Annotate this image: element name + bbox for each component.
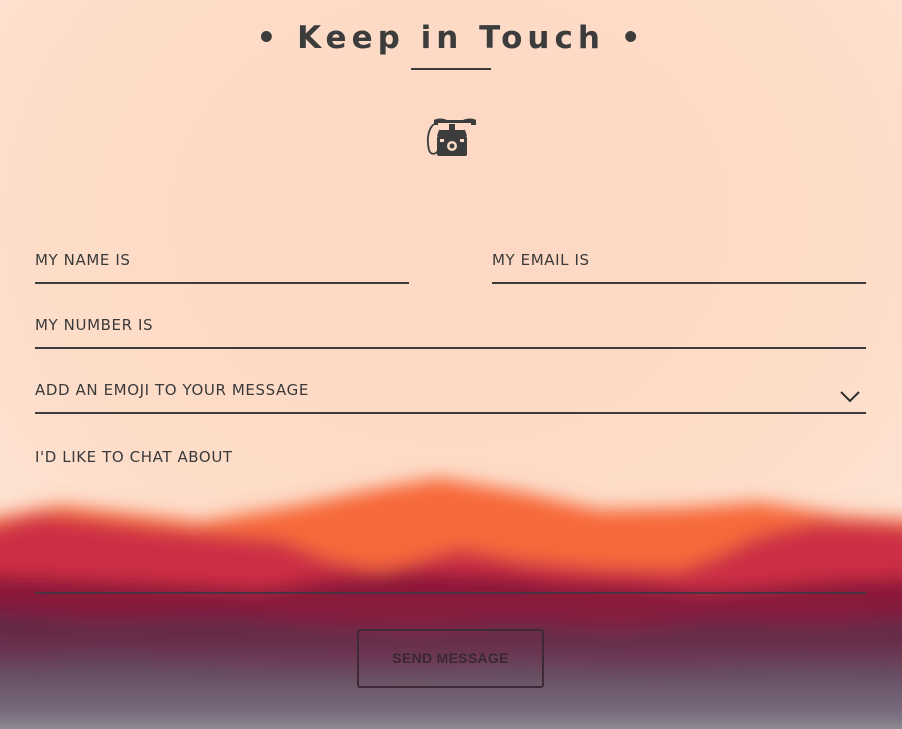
email-input[interactable] [492, 282, 866, 284]
emoji-select-label: ADD AN EMOJI TO YOUR MESSAGE [35, 381, 309, 399]
chat-about-label: I'D LIKE TO CHAT ABOUT [35, 448, 233, 466]
number-input[interactable] [35, 347, 866, 349]
number-label: MY NUMBER IS [35, 316, 154, 334]
name-input[interactable] [35, 282, 409, 284]
send-message-button[interactable]: SEND MESSAGE [357, 629, 544, 688]
chevron-down-icon[interactable] [838, 388, 862, 404]
telephone-icon [426, 118, 476, 156]
name-label: MY NAME IS [35, 251, 131, 269]
emoji-select[interactable] [35, 412, 866, 414]
contact-form-page: • Keep in Touch • MY NAME IS MY EMAIL IS… [0, 0, 902, 729]
page-title: • Keep in Touch • [256, 20, 646, 56]
title-underline [411, 68, 491, 70]
email-label: MY EMAIL IS [492, 251, 590, 269]
chat-about-textarea[interactable] [35, 592, 866, 594]
